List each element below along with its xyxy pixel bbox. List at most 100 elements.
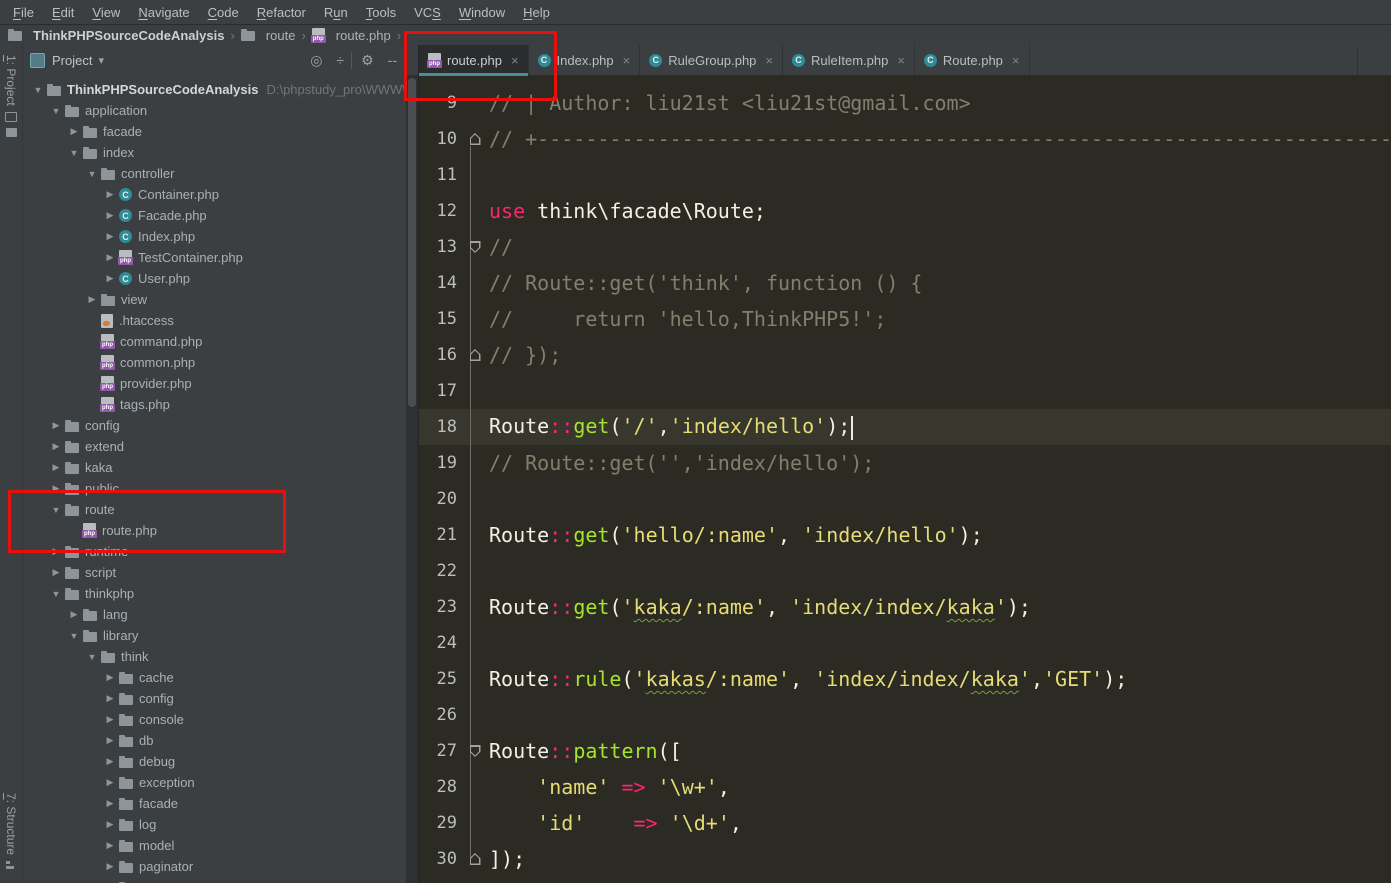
menu-item-view[interactable]: View [83, 5, 129, 20]
menu-item-help[interactable]: Help [514, 5, 559, 20]
chevron-collapsed-icon[interactable]: ▶ [103, 798, 117, 809]
code-line-21[interactable]: 21Route::get('hello/:name', 'index/hello… [419, 517, 1391, 553]
tree-row-library[interactable]: ▼library [23, 625, 406, 646]
tree-row-facade[interactable]: ▶facade [23, 121, 406, 142]
fold-marker-icon[interactable] [461, 841, 489, 877]
code-line-11[interactable]: 11 [419, 157, 1391, 193]
chevron-collapsed-icon[interactable]: ▶ [103, 714, 117, 725]
line-number[interactable]: 15 [419, 309, 461, 329]
tree-row-command-php[interactable]: phpcommand.php [23, 331, 406, 352]
tree-row-db[interactable]: ▶db [23, 730, 406, 751]
tool-window-button-project[interactable]: 1: Project [4, 55, 18, 106]
code-line-27[interactable]: 27Route::pattern([ [419, 733, 1391, 769]
scrollbar-thumb[interactable] [408, 78, 416, 407]
code-line-17[interactable]: 17 [419, 373, 1391, 409]
tree-row-index[interactable]: ▼index [23, 142, 406, 163]
tree-row-provider-php[interactable]: phpprovider.php [23, 373, 406, 394]
chevron-collapsed-icon[interactable]: ▶ [103, 693, 117, 704]
tool-window-button-structure[interactable]: 7: Structure [4, 793, 18, 855]
tab-route-php[interactable]: phproute.php× [419, 45, 529, 75]
close-icon[interactable]: × [765, 53, 773, 68]
chevron-expanded-icon[interactable]: ▼ [49, 589, 63, 599]
fold-up-icon[interactable] [470, 349, 481, 361]
line-number[interactable]: 22 [419, 561, 461, 581]
settings-icon[interactable]: ⚙ [351, 52, 381, 69]
chevron-collapsed-icon[interactable]: ▶ [49, 546, 63, 557]
code-line-23[interactable]: 23Route::get('kaka/:name', 'index/index/… [419, 589, 1391, 625]
chevron-expanded-icon[interactable]: ▼ [85, 169, 99, 179]
tree-row-config[interactable]: ▶config [23, 688, 406, 709]
tree-row-tags-php[interactable]: phptags.php [23, 394, 406, 415]
breadcrumb-item-route[interactable]: route [241, 28, 296, 43]
fold-up-icon[interactable] [470, 853, 481, 865]
line-number[interactable]: 26 [419, 705, 461, 725]
chevron-collapsed-icon[interactable]: ▶ [49, 420, 63, 431]
line-number[interactable]: 16 [419, 345, 461, 365]
collapse-all-icon[interactable]: ÷ [329, 52, 351, 68]
line-number[interactable]: 30 [419, 849, 461, 869]
tab-route-php[interactable]: CRoute.php× [915, 45, 1030, 75]
tree-row-lang[interactable]: ▶lang [23, 604, 406, 625]
breadcrumb-item-thinkphpsourcecodeanalysis[interactable]: ThinkPHPSourceCodeAnalysis [8, 28, 224, 43]
menu-item-window[interactable]: Window [450, 5, 514, 20]
tree-row-application[interactable]: ▼application [23, 100, 406, 121]
tree-row-model[interactable]: ▶model [23, 835, 406, 856]
code-line-14[interactable]: 14// Route::get('think', function () { [419, 265, 1391, 301]
chevron-collapsed-icon[interactable]: ▶ [49, 462, 63, 473]
code-line-30[interactable]: 30]); [419, 841, 1391, 877]
tab-rulegroup-php[interactable]: CRuleGroup.php× [640, 45, 783, 75]
code-line-22[interactable]: 22 [419, 553, 1391, 589]
menu-item-edit[interactable]: Edit [43, 5, 83, 20]
tree-row-container-php[interactable]: ▶CContainer.php [23, 184, 406, 205]
tree-row-thinkphp[interactable]: ▼thinkphp [23, 583, 406, 604]
hide-icon[interactable]: -- [381, 52, 404, 68]
tab-index-php[interactable]: CIndex.php× [529, 45, 641, 75]
code-line-19[interactable]: 19// Route::get('','index/hello'); [419, 445, 1391, 481]
tree-row-cache[interactable]: ▶cache [23, 667, 406, 688]
line-number[interactable]: 10 [419, 129, 461, 149]
chevron-collapsed-icon[interactable]: ▶ [103, 819, 117, 830]
line-number[interactable]: 9 [419, 93, 461, 113]
tree-row-paginator[interactable]: ▶paginator [23, 856, 406, 877]
tree-row-controller[interactable]: ▼controller [23, 163, 406, 184]
code-line-26[interactable]: 26 [419, 697, 1391, 733]
menu-item-refactor[interactable]: Refactor [248, 5, 315, 20]
line-number[interactable]: 27 [419, 741, 461, 761]
line-number[interactable]: 19 [419, 453, 461, 473]
menu-item-run[interactable]: Run [315, 5, 357, 20]
tree-row-debug[interactable]: ▶debug [23, 751, 406, 772]
tree-row-facade-php[interactable]: ▶CFacade.php [23, 205, 406, 226]
fold-marker-icon[interactable] [461, 337, 489, 373]
chevron-collapsed-icon[interactable]: ▶ [49, 567, 63, 578]
tree-row-script[interactable]: ▶script [23, 562, 406, 583]
tree-row-runtime[interactable]: ▶runtime [23, 541, 406, 562]
line-number[interactable]: 25 [419, 669, 461, 689]
tree-row-thinkphpsourcecodeanalysis[interactable]: ▼ThinkPHPSourceCodeAnalysisD:\phpstudy_p… [23, 79, 406, 100]
fold-marker-icon[interactable] [461, 121, 489, 157]
close-icon[interactable]: × [623, 53, 631, 68]
fold-down-icon[interactable] [470, 241, 481, 253]
tree-row-htaccess[interactable]: .htaccess [23, 310, 406, 331]
chevron-down-icon[interactable]: ▾ [98, 54, 104, 67]
menu-item-code[interactable]: Code [199, 5, 248, 20]
close-icon[interactable]: × [897, 53, 905, 68]
chevron-collapsed-icon[interactable]: ▶ [103, 840, 117, 851]
chevron-collapsed-icon[interactable]: ▶ [103, 756, 117, 767]
line-number[interactable]: 28 [419, 777, 461, 797]
menu-item-tools[interactable]: Tools [357, 5, 405, 20]
line-number[interactable]: 11 [419, 165, 461, 185]
fold-marker-icon[interactable] [461, 733, 489, 769]
chevron-collapsed-icon[interactable]: ▶ [103, 252, 117, 263]
chevron-collapsed-icon[interactable]: ▶ [103, 777, 117, 788]
close-icon[interactable]: × [1012, 53, 1020, 68]
tree-row-view[interactable]: ▶view [23, 289, 406, 310]
chevron-collapsed-icon[interactable]: ▶ [49, 441, 63, 452]
chevron-collapsed-icon[interactable]: ▶ [103, 231, 117, 242]
tab-ruleitem-php[interactable]: CRuleItem.php× [783, 45, 915, 75]
chevron-expanded-icon[interactable]: ▼ [31, 85, 45, 95]
line-number[interactable]: 24 [419, 633, 461, 653]
fold-marker-icon[interactable] [461, 229, 489, 265]
tree-row-public[interactable]: ▶public [23, 478, 406, 499]
chevron-expanded-icon[interactable]: ▼ [67, 631, 81, 641]
code-line-20[interactable]: 20 [419, 481, 1391, 517]
